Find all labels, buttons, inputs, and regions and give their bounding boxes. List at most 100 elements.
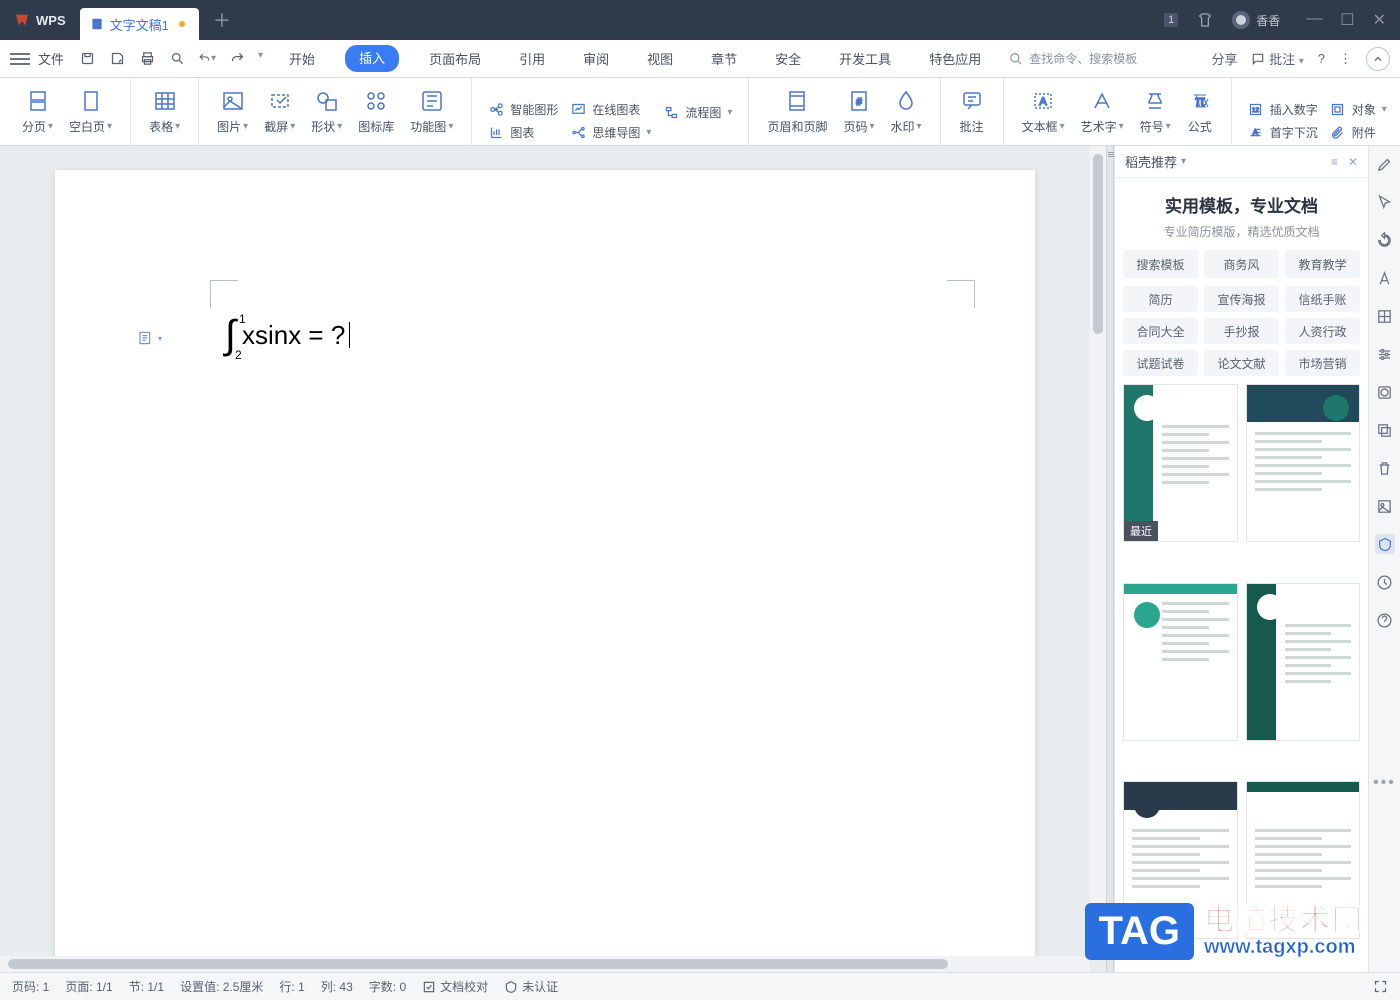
header-footer-button[interactable]: 页眉和页脚 [759, 78, 835, 145]
status-section[interactable]: 节: 1/1 [129, 978, 164, 995]
tool-font-icon[interactable] [1375, 268, 1395, 288]
tool-help-icon[interactable] [1375, 610, 1395, 630]
redo-icon[interactable] [228, 50, 246, 68]
flowchart-button[interactable]: 流程图▾ [663, 104, 732, 121]
textbox-button[interactable]: A文本框▾ [1014, 78, 1073, 145]
new-tab-button[interactable]: ＋ [205, 3, 239, 37]
panel-title[interactable]: 稻壳推荐▾ [1125, 152, 1331, 171]
panel-tab-search[interactable]: 搜索模板 [1123, 250, 1198, 278]
save-icon[interactable] [78, 50, 96, 68]
tool-history-icon[interactable] [1375, 572, 1395, 592]
template-item[interactable] [1246, 583, 1361, 741]
page[interactable]: ▾ ∫12 xsinx = ? [55, 170, 1035, 956]
status-proof[interactable]: 文档校对 [422, 978, 488, 995]
vertical-scrollbar[interactable] [1090, 146, 1106, 956]
cat-letter[interactable]: 信纸手账 [1285, 286, 1360, 312]
icon-library-button[interactable]: 图标库 [350, 78, 402, 145]
tab-devtools[interactable]: 开发工具 [831, 45, 899, 72]
symbol-button[interactable]: 符号▾ [1132, 78, 1179, 145]
pane-divider[interactable] [1106, 146, 1114, 972]
panel-tab-education[interactable]: 教育教学 [1285, 250, 1360, 278]
watermark-button[interactable]: 水印▾ [883, 78, 930, 145]
cat-exam[interactable]: 试题试卷 [1123, 350, 1198, 376]
command-search[interactable]: 查找命令、搜索模板 [1009, 50, 1137, 67]
template-item[interactable] [1123, 583, 1238, 741]
panel-close-icon[interactable]: ✕ [1348, 155, 1358, 169]
window-count-badge[interactable]: 1 [1164, 13, 1178, 27]
screenshot-button[interactable]: 截屏▾ [256, 78, 303, 145]
hamburger-icon[interactable] [10, 53, 30, 65]
tab-review[interactable]: 审阅 [575, 45, 617, 72]
cat-poster[interactable]: 宣传海报 [1204, 286, 1279, 312]
file-menu[interactable]: 文件 [38, 49, 64, 68]
tab-special[interactable]: 特色应用 [921, 45, 989, 72]
cat-resume[interactable]: 简历 [1123, 286, 1198, 312]
status-auth[interactable]: 未认证 [504, 978, 558, 995]
smart-art-button[interactable]: 智能图形 [488, 101, 558, 118]
object-button[interactable]: 对象▾ [1330, 101, 1387, 118]
help-button[interactable]: ? [1318, 51, 1325, 66]
panel-menu-icon[interactable]: ≡ [1331, 155, 1338, 169]
more-button[interactable]: ⋮ [1339, 51, 1352, 67]
online-chart-button[interactable]: 在线图表 [570, 101, 651, 118]
status-setting[interactable]: 设置值: 2.5厘米 [180, 978, 263, 995]
dropcap-button[interactable]: A首字下沉 [1248, 124, 1318, 141]
tool-trash-icon[interactable] [1375, 458, 1395, 478]
status-page-no[interactable]: 页码: 1 [12, 978, 49, 995]
tab-page-layout[interactable]: 页面布局 [421, 45, 489, 72]
qat-more-icon[interactable]: ▾ [258, 50, 263, 68]
horizontal-scrollbar[interactable] [0, 956, 1090, 972]
status-col[interactable]: 列: 43 [321, 978, 353, 995]
page-break-button[interactable]: 分页▾ [14, 78, 61, 145]
tab-section[interactable]: 章节 [703, 45, 745, 72]
share-button[interactable]: 分享 [1211, 49, 1237, 68]
document-tab[interactable]: 文字文稿1 [80, 8, 199, 40]
template-item[interactable]: 最近 [1123, 384, 1238, 542]
tab-start[interactable]: 开始 [281, 45, 323, 72]
print-preview-icon[interactable] [168, 50, 186, 68]
tool-template-icon[interactable] [1375, 534, 1395, 554]
blank-page-button[interactable]: 空白页▾ [61, 78, 120, 145]
cat-marketing[interactable]: 市场营销 [1285, 350, 1360, 376]
undo-icon[interactable]: ▾ [198, 50, 216, 68]
wordart-button[interactable]: 艺术字▾ [1073, 78, 1132, 145]
comment-insert-button[interactable]: 批注 [951, 78, 993, 145]
tab-insert[interactable]: 插入 [345, 45, 399, 72]
tool-more-icon[interactable]: ••• [1373, 774, 1396, 792]
shapes-button[interactable]: 形状▾ [303, 78, 350, 145]
cat-hr[interactable]: 人资行政 [1285, 318, 1360, 344]
equation-button[interactable]: π公式 [1179, 78, 1221, 145]
status-page[interactable]: 页面: 1/1 [65, 978, 112, 995]
insert-number-button[interactable]: 12插入数字 [1248, 101, 1318, 118]
tool-settings-icon[interactable] [1375, 344, 1395, 364]
template-item[interactable] [1246, 384, 1361, 542]
mindmap-button[interactable]: 思维导图▾ [570, 124, 651, 141]
tool-image-icon[interactable] [1375, 496, 1395, 516]
user-badge[interactable]: 香香 [1232, 11, 1280, 29]
minimize-button[interactable]: ― [1306, 10, 1322, 30]
picture-button[interactable]: 图片▾ [209, 78, 256, 145]
tool-shape-icon[interactable] [1375, 382, 1395, 402]
save-as-icon[interactable] [108, 50, 126, 68]
template-grid[interactable]: 最近 [1115, 384, 1368, 972]
fullscreen-icon[interactable] [1373, 979, 1388, 994]
tab-view[interactable]: 视图 [639, 45, 681, 72]
status-chars[interactable]: 字数: 0 [369, 978, 406, 995]
scroll-thumb[interactable] [1093, 154, 1103, 334]
apparel-icon[interactable] [1194, 9, 1216, 31]
cat-contract[interactable]: 合同大全 [1123, 318, 1198, 344]
page-number-button[interactable]: #页码▾ [835, 78, 882, 145]
tool-table-icon[interactable] [1375, 306, 1395, 326]
attachment-button[interactable]: 附件 [1330, 124, 1387, 141]
tool-rotate-icon[interactable] [1375, 230, 1395, 250]
paragraph-handle-icon[interactable]: ▾ [137, 328, 163, 348]
cat-hand[interactable]: 手抄报 [1204, 318, 1279, 344]
document-scroll[interactable]: ▾ ∫12 xsinx = ? [0, 146, 1090, 956]
tool-cursor-icon[interactable] [1375, 192, 1395, 212]
chart-button[interactable]: 图表 [488, 124, 558, 141]
tool-pencil-icon[interactable] [1375, 154, 1395, 174]
equation[interactable]: ∫12 xsinx = ? [225, 315, 350, 355]
app-logo[interactable]: WPS [0, 0, 80, 40]
tool-layers-icon[interactable] [1375, 420, 1395, 440]
maximize-button[interactable]: ☐ [1340, 10, 1354, 30]
